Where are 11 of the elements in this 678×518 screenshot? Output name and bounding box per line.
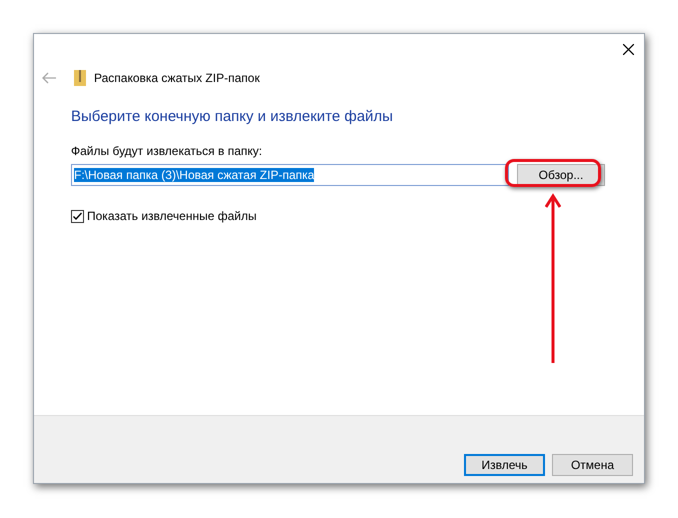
field-label: Файлы будут извлекаться в папку: [71,144,264,158]
browse-button[interactable]: Обзор... [517,164,605,186]
window-title: Распаковка сжатых ZIP-папок [94,71,260,85]
path-field[interactable]: F:\Новая папка (3)\Новая сжатая ZIP-папка [71,164,509,186]
checkbox-label[interactable]: Показать извлеченные файлы [87,209,257,223]
extract-button[interactable]: Извлечь [464,454,545,476]
heading: Выберите конечную папку и извлеките файлы [71,108,394,125]
close-icon[interactable] [623,44,634,54]
checkbox[interactable] [71,210,84,222]
zip-folder-icon [74,70,86,86]
cancel-button[interactable]: Отмена [552,454,633,476]
